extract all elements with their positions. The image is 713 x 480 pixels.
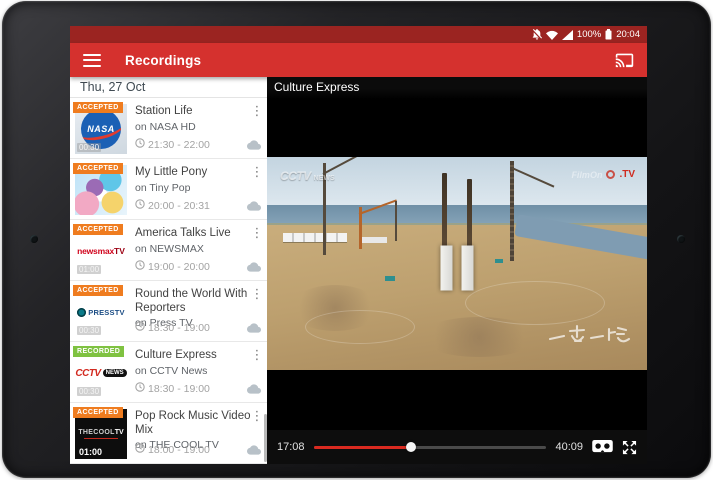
duration-badge: 01:00 — [77, 447, 104, 457]
recording-title: My Little Pony — [135, 166, 263, 180]
fullscreen-icon[interactable] — [622, 440, 637, 455]
channel-thumbnail: PRESSTV ACCEPTED 00:30 — [75, 287, 127, 337]
cast-icon[interactable] — [615, 52, 634, 68]
light-sensor-icon — [677, 235, 685, 243]
screenshot-stage: 100% 20:04 Recordings Thu, 27 Oct — [0, 0, 713, 480]
pause-icon[interactable] — [441, 245, 474, 290]
tablet-frame: 100% 20:04 Recordings Thu, 27 Oct — [2, 1, 711, 478]
status-bar: 100% 20:04 — [70, 26, 647, 43]
status-badge: RECORDED — [73, 346, 124, 357]
recordings-list: Thu, 27 Oct NASA ACCEPTED 00:30 Station … — [70, 77, 267, 464]
cloud-icon — [247, 445, 261, 455]
recording-title: Pop Rock Music Video Mix — [135, 410, 263, 437]
recording-row-pop-rock-music[interactable]: THECOOLTV ACCEPTED 01:00 Pop Rock Music … — [70, 403, 267, 464]
cloud-icon — [247, 384, 261, 394]
recording-title: America Talks Live — [135, 227, 263, 241]
kebab-menu-icon[interactable]: ⋮ — [250, 226, 264, 240]
recording-row-america-talks-live[interactable]: newsmaxTV ACCEPTED 01:00 America Talks L… — [70, 220, 267, 281]
clock-icon — [135, 138, 145, 151]
status-badge: ACCEPTED — [73, 407, 123, 418]
status-badge: ACCEPTED — [73, 163, 123, 174]
belt-and-road-calligraphy-watermark — [547, 323, 633, 354]
recording-time: 20:00 - 20:31 — [148, 200, 210, 212]
vr-cardboard-icon[interactable] — [592, 440, 613, 454]
player-title: Culture Express — [267, 77, 647, 94]
duration-badge: 00:30 — [77, 326, 101, 335]
recording-channel: on CCTV News — [135, 365, 263, 377]
page-title: Recordings — [125, 53, 201, 68]
video-player[interactable]: Culture Express — [267, 77, 647, 464]
clock-text: 20:04 — [616, 29, 640, 40]
clock-icon — [135, 443, 145, 456]
clock-icon — [135, 321, 145, 334]
channel-thumbnail: newsmaxTV ACCEPTED 01:00 — [75, 226, 127, 276]
recording-time: 18:30 - 19:00 — [148, 383, 210, 395]
filmon-tv-watermark: FilmOn .TV — [571, 169, 635, 180]
cloud-icon — [247, 201, 261, 211]
app-bar: Recordings — [70, 43, 647, 77]
channel-thumbnail: ACCEPTED — [75, 165, 127, 215]
filmon-dot-icon — [606, 170, 615, 179]
channel-thumbnail: NASA ACCEPTED 00:30 — [75, 104, 127, 154]
kebab-menu-icon[interactable]: ⋮ — [250, 165, 264, 179]
wifi-icon — [546, 30, 558, 40]
channel-thumbnail: CCTVNEWS RECORDED 00:30 — [75, 348, 127, 398]
battery-icon — [605, 29, 612, 40]
notifications-muted-icon — [532, 29, 542, 40]
seekbar-knob[interactable] — [406, 442, 416, 452]
cellular-signal-icon — [562, 30, 573, 40]
player-controls: 17:08 40:09 — [267, 430, 647, 464]
recording-time: 18:30 - 19:00 — [148, 322, 210, 334]
front-camera-icon — [30, 235, 38, 243]
total-time: 40:09 — [555, 441, 583, 453]
recording-title: Round the World With Reporters — [135, 288, 263, 315]
screen: 100% 20:04 Recordings Thu, 27 Oct — [70, 26, 647, 464]
hamburger-menu-icon[interactable] — [83, 54, 101, 67]
status-badge: ACCEPTED — [73, 285, 123, 296]
kebab-menu-icon[interactable]: ⋮ — [250, 287, 264, 301]
clock-icon — [135, 260, 145, 273]
recording-channel: on Tiny Pop — [135, 182, 263, 194]
recording-title: Culture Express — [135, 349, 263, 363]
clock-icon — [135, 199, 145, 212]
duration-badge: 00:30 — [77, 387, 101, 396]
cloud-icon — [247, 140, 261, 150]
video-surface[interactable]: CCTV NEWS FilmOn .TV — [267, 157, 647, 370]
recording-title: Station Life — [135, 105, 263, 119]
recording-row-culture-express[interactable]: CCTVNEWS RECORDED 00:30 Culture Express … — [70, 342, 267, 403]
elapsed-time: 17:08 — [277, 441, 305, 453]
recording-row-my-little-pony[interactable]: ACCEPTED My Little Pony on Tiny Pop 20:0… — [70, 159, 267, 220]
cloud-icon — [247, 323, 261, 333]
cloud-icon — [247, 262, 261, 272]
kebab-menu-icon[interactable]: ⋮ — [250, 409, 264, 423]
recording-row-round-the-world[interactable]: PRESSTV ACCEPTED 00:30 Round the World W… — [70, 281, 267, 342]
globe-icon — [77, 308, 86, 317]
recording-time: 19:00 - 20:00 — [148, 261, 210, 273]
status-badge: ACCEPTED — [73, 102, 123, 113]
recording-time: 18:00 - 19:00 — [148, 444, 210, 456]
date-header: Thu, 27 Oct — [70, 77, 267, 98]
recording-channel: on NASA HD — [135, 121, 263, 133]
clock-icon — [135, 382, 145, 395]
cctv-news-watermark: CCTV NEWS — [280, 169, 335, 183]
duration-badge: 00:30 — [77, 143, 101, 152]
content-area: Thu, 27 Oct NASA ACCEPTED 00:30 Station … — [70, 77, 647, 464]
kebab-menu-icon[interactable]: ⋮ — [250, 104, 264, 118]
seekbar[interactable] — [314, 446, 547, 449]
player-title-bar: Culture Express — [267, 77, 647, 99]
recording-channel: on NEWSMAX — [135, 243, 263, 255]
channel-thumbnail: THECOOLTV ACCEPTED 01:00 — [75, 409, 127, 459]
status-badge: ACCEPTED — [73, 224, 123, 235]
recording-time: 21:30 - 22:00 — [148, 139, 210, 151]
recording-row-station-life[interactable]: NASA ACCEPTED 00:30 Station Life on NASA… — [70, 98, 267, 159]
kebab-menu-icon[interactable]: ⋮ — [250, 348, 264, 362]
duration-badge: 01:00 — [77, 265, 101, 274]
battery-percent-text: 100% — [577, 29, 601, 40]
seekbar-played — [314, 446, 412, 449]
